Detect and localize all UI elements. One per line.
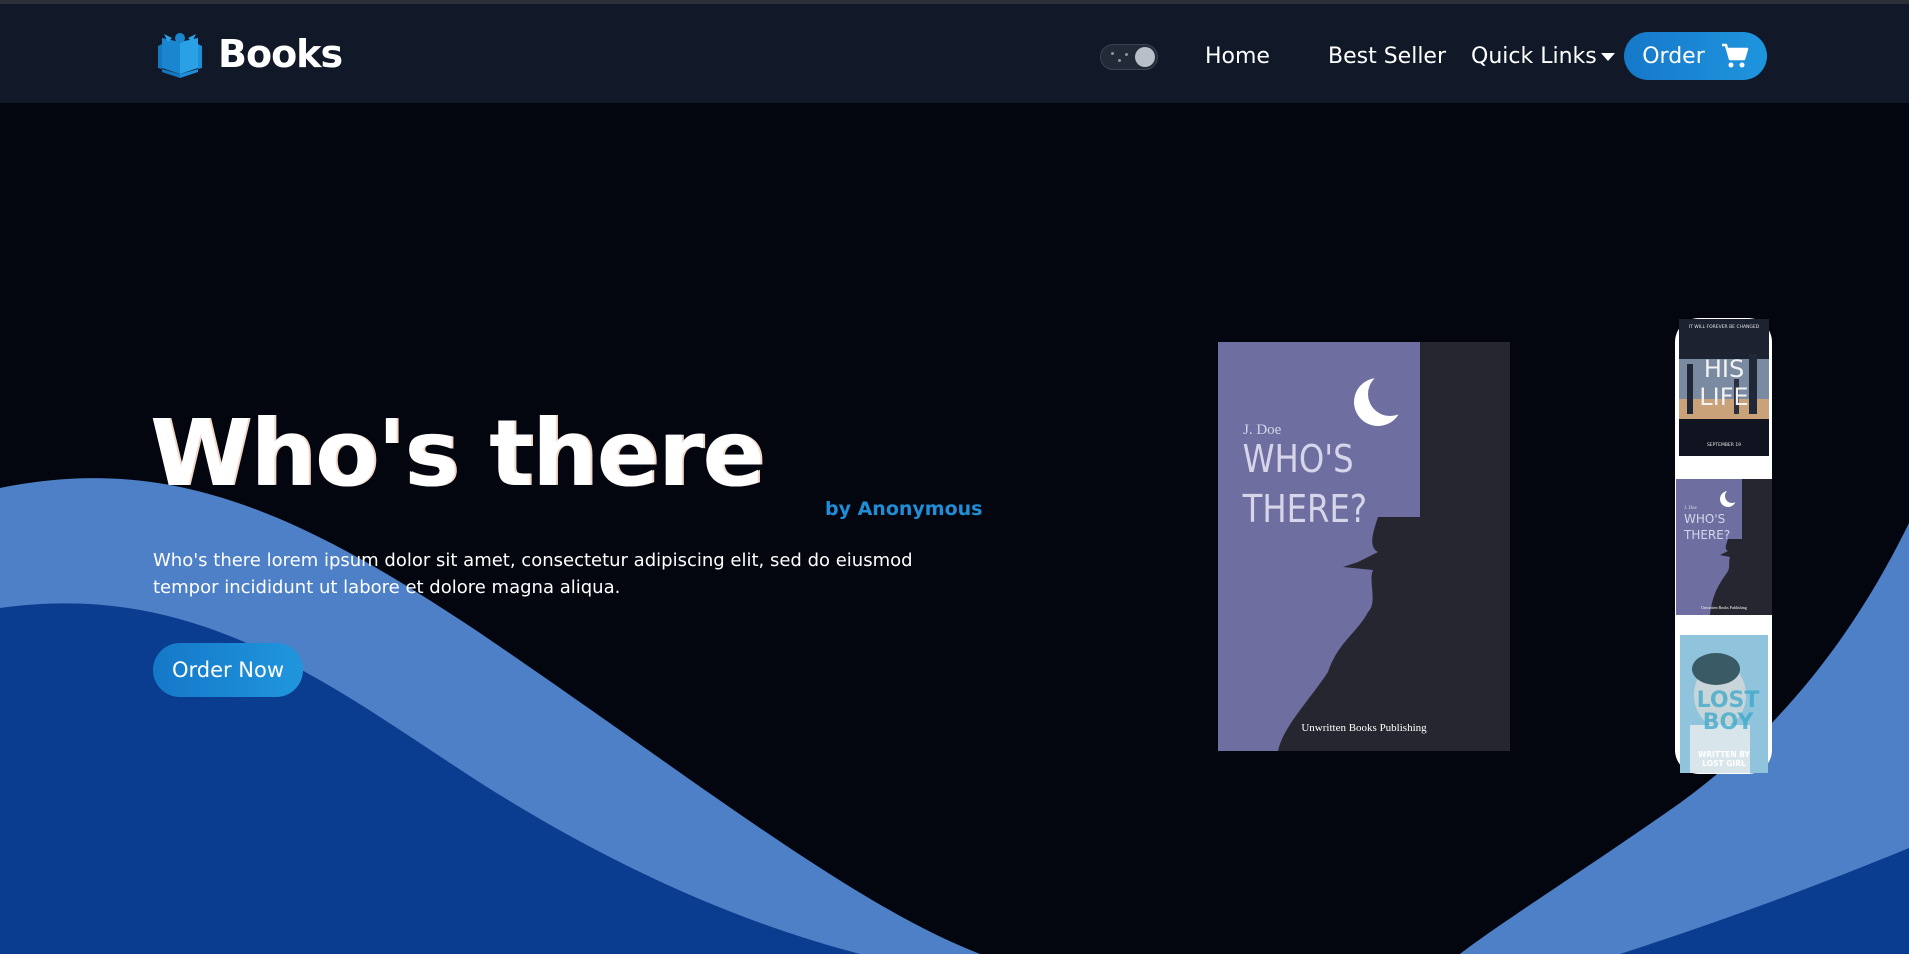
caret-down-icon [1600,53,1615,61]
toggle-star [1125,53,1128,56]
thumb-2-title-line-1: WHO'S [1684,512,1725,526]
thumb-1-title-line-2: LIFE [1699,383,1748,411]
background-waves [0,478,1909,954]
order-now-button[interactable]: Order Now [153,643,303,697]
thumb-3-credit-line-2: LOST GIRL [1702,759,1746,768]
book-thumbnail-whos-there[interactable]: J. Doe WHO'S THERE? Unwritten Books Publ… [1676,479,1772,615]
nav-link-home[interactable]: Home [1205,44,1270,69]
cart-icon [1721,43,1749,68]
thumb-1-tagline: IT WILL FOREVER BE CHANGED [1689,324,1760,330]
toggle-star [1111,52,1114,55]
thumb-2-publisher: Unwritten Books Publishing [1701,605,1747,610]
toggle-star [1118,59,1121,62]
cover-author: J. Doe [1243,422,1282,438]
brand-name: Books [218,32,343,76]
nav-link-quick-links[interactable]: Quick Links [1471,44,1615,69]
cover-publisher: Unwritten Books Publishing [1301,722,1427,734]
book-thumbnail-his-life[interactable]: IT WILL FOREVER BE CHANGED HIS LIFE SEPT… [1679,319,1769,456]
thumb-2-author: J. Doe [1684,506,1698,511]
cover-title-line-2: THERE? [1242,488,1367,532]
thumb-3-title-line-2: BOY [1703,710,1755,735]
open-book-icon [158,33,202,78]
hero-author: by Anonymous [825,498,983,520]
order-button-label: Order [1642,43,1705,69]
book-thumbnail-lost-boy[interactable]: LOST BOY WRITTEN BY LOST GIRL [1680,635,1768,773]
order-button[interactable]: Order [1624,32,1767,80]
thumb-1-date: SEPTEMBER 19 [1707,442,1741,448]
thumb-1-title-line-1: HIS [1704,355,1744,383]
nav-link-best-seller[interactable]: Best Seller [1328,44,1446,69]
theme-toggle[interactable] [1100,44,1158,70]
cover-title-line-1: WHO'S [1243,438,1354,482]
toggle-knob [1135,47,1155,67]
quick-links-label: Quick Links [1471,44,1597,69]
brand[interactable]: Books [154,28,343,80]
hero-description: Who's there lorem ipsum dolor sit amet, … [153,550,913,598]
thumb-2-title-line-2: THERE? [1683,528,1730,542]
navbar: Books Home Best Seller Quick Links Order [0,4,1909,103]
thumb-3-credit-line-1: WRITTEN BY [1698,750,1751,759]
book-cover-main: J. Doe WHO'S THERE? Unwritten Books Publ… [1218,342,1510,751]
hero-title: Who's there [150,400,765,507]
